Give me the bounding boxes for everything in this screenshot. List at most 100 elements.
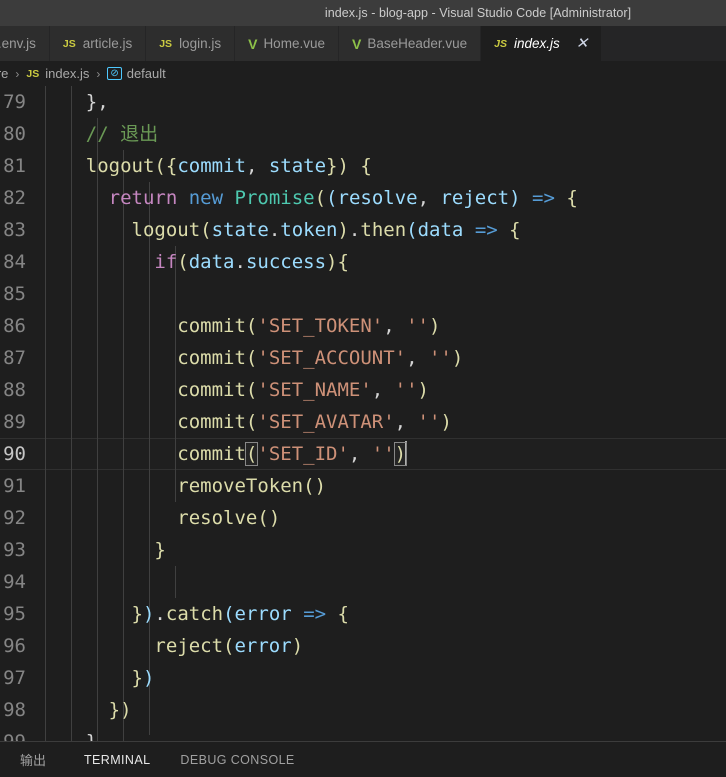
code-line[interactable]: 91 removeToken() [0,470,726,502]
breadcrumb-item-file[interactable]: JS index.js [26,66,89,81]
window-title: index.js - blog-app - Visual Studio Code… [324,6,632,20]
code-line[interactable]: 86 commit('SET_TOKEN', '') [0,310,726,342]
line-content: }) [108,699,132,721]
line-content: return new Promise((resolve, reject) => … [108,187,578,209]
code-line[interactable]: 98 }) [0,694,726,726]
editor-tab-article-js[interactable]: JS article.js [49,26,147,61]
code-content[interactable]: 79 }, 80 // 退出 81 logout({commit, state}… [0,86,726,741]
editor-tab-label: BaseHeader.vue [367,35,468,51]
line-number: 99 [0,731,26,741]
bottom-panel-tab-bar: 输出 TERMINAL DEBUG CONSOLE [0,741,726,777]
line-number: 82 [3,187,26,209]
editor-tab-index-js[interactable]: JS index.js ✕ [481,26,603,61]
code-line[interactable]: 89 commit('SET_AVATAR', '') [0,406,726,438]
panel-tab-output[interactable]: 输出 [20,750,46,769]
editor-tab-login-js[interactable]: JS login.js [146,26,236,61]
line-content: }, [85,91,109,113]
line-number: 97 [3,667,26,689]
code-line[interactable]: 84 if(data.success){ [0,246,726,278]
bracket-match-open: ( [244,442,259,466]
line-number: 86 [3,315,26,337]
breadcrumb-label: default [126,66,166,81]
tab-bar-filler [602,26,726,61]
editor-tab-env-js[interactable]: JS .env.js [0,26,50,61]
code-line[interactable]: 87 commit('SET_ACCOUNT', '') [0,342,726,374]
line-content: }) [131,667,155,689]
line-number: 96 [3,635,26,657]
js-file-icon: JS [494,37,507,50]
code-line[interactable]: 80 // 退出 [0,118,726,150]
line-number: 90 [3,443,26,465]
editor-tab-label: login.js [179,35,222,51]
line-number: 81 [3,155,26,177]
line-number: 91 [3,475,26,497]
code-line[interactable]: 93 } [0,534,726,566]
line-content: }).catch(error => { [131,603,349,625]
code-line[interactable]: 99 }, [0,726,726,741]
js-file-icon: JS [159,37,173,50]
code-line[interactable]: 96 reject(error) [0,630,726,662]
editor-tab-baseheader-vue[interactable]: V BaseHeader.vue [338,26,482,61]
panel-tab-terminal[interactable]: TERMINAL [84,753,150,767]
line-number: 80 [3,123,26,145]
chevron-right-icon: › [15,66,20,81]
code-line[interactable]: 95 }).catch(error => { [0,598,726,630]
line-number: 83 [3,219,26,241]
vscode-window: index.js - blog-app - Visual Studio Code… [0,0,726,777]
code-line[interactable]: 88 commit('SET_NAME', '') [0,374,726,406]
panel-tab-debug-console[interactable]: DEBUG CONSOLE [180,753,294,767]
line-number: 93 [3,539,26,561]
line-content: commit('SET_ID', '') [177,441,408,466]
code-line[interactable]: 97 }) [0,662,726,694]
code-line[interactable]: 85 [0,278,726,310]
breadcrumb-item-symbol[interactable]: ⊘ default [107,66,166,81]
editor-tab-label: .env.js [0,35,36,51]
line-content: removeToken() [177,475,327,497]
js-file-icon: JS [62,37,76,50]
code-line[interactable]: 81 logout({commit, state}) { [0,150,726,182]
code-editor[interactable]: 79 }, 80 // 退出 81 logout({commit, state}… [0,86,726,741]
line-number: 92 [3,507,26,529]
line-number: 84 [3,251,26,273]
line-content: resolve() [177,507,281,529]
line-content: logout(state.token).then(data => { [131,219,521,241]
module-icon: ⊘ [107,67,122,80]
line-number: 94 [3,571,26,593]
line-content: commit('SET_TOKEN', '') [177,315,441,337]
editor-tab-bar: JS .env.js JS article.js JS login.js V H… [0,26,726,61]
code-line[interactable]: 82 return new Promise((resolve, reject) … [0,182,726,214]
code-line-current[interactable]: 90 commit('SET_ID', '') [0,438,726,470]
line-number: 88 [3,379,26,401]
line-number: 98 [3,699,26,721]
code-line[interactable]: 92 resolve() [0,502,726,534]
vue-file-icon: V [248,35,258,52]
title-bar: index.js - blog-app - Visual Studio Code… [0,0,726,26]
line-content: commit('SET_NAME', '') [177,379,429,401]
line-number: 85 [3,283,26,305]
breadcrumb-label: index.js [45,66,90,81]
line-content: commit('SET_AVATAR', '') [177,411,452,433]
line-content: reject(error) [154,635,304,657]
line-content: } [154,539,166,561]
breadcrumb-item-folder[interactable]: tore [0,66,8,81]
line-number: 95 [3,603,26,625]
editor-tab-home-vue[interactable]: V Home.vue [235,26,339,61]
line-number: 79 [3,91,26,113]
line-content: // 退出 [85,123,159,145]
vue-file-icon: V [351,35,362,52]
line-number: 87 [3,347,26,369]
code-line[interactable]: 94 [0,566,726,598]
editor-tab-label: Home.vue [263,35,325,51]
breadcrumb-label: tore [0,66,9,81]
text-cursor [405,441,408,465]
editor-tab-label: article.js [82,35,133,51]
line-content: if(data.success){ [154,251,349,273]
code-line[interactable]: 79 }, [0,86,726,118]
close-icon[interactable]: ✕ [576,36,589,51]
js-file-icon: JS [26,67,40,80]
line-content: }, [40,726,726,741]
chevron-right-icon: › [96,66,101,81]
line-number: 89 [3,411,26,433]
line-content: commit('SET_ACCOUNT', '') [177,347,464,369]
code-line[interactable]: 83 logout(state.token).then(data => { [0,214,726,246]
